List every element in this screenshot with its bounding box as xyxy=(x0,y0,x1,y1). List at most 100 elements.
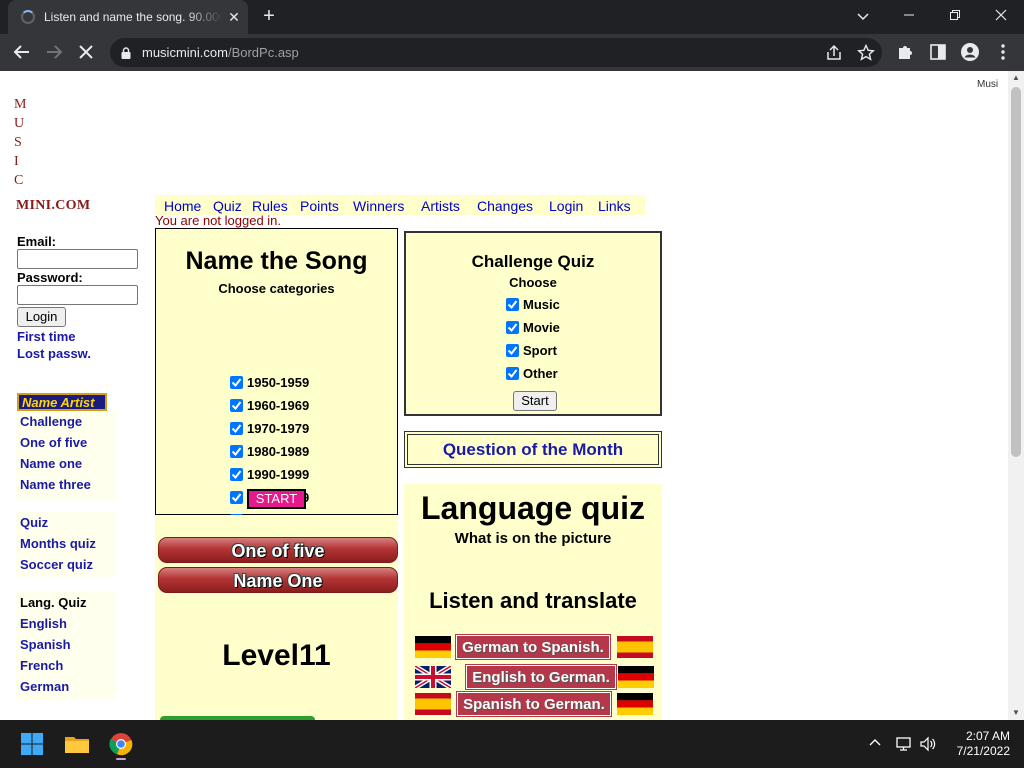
bookmark-star-icon[interactable] xyxy=(856,43,876,63)
nav-login[interactable]: Login xyxy=(549,198,583,214)
challenge-option-label: Movie xyxy=(523,320,560,335)
side-panel-icon[interactable] xyxy=(928,42,948,62)
url-text: musicmini.com/BordPc.asp xyxy=(142,45,299,60)
challenge-quiz-panel: Challenge Quiz Choose Music Movie Sport Oth… xyxy=(404,231,662,416)
windows-start-icon[interactable] xyxy=(16,728,48,760)
password-field[interactable] xyxy=(17,285,138,305)
login-button[interactable]: Login xyxy=(17,307,66,327)
extensions-puzzle-icon[interactable] xyxy=(896,42,916,62)
file-explorer-icon[interactable] xyxy=(61,728,93,760)
challenge-option-checkbox[interactable] xyxy=(506,367,519,380)
network-icon[interactable] xyxy=(894,736,912,752)
category-checkbox[interactable] xyxy=(230,491,243,504)
logo-letter-u: U xyxy=(14,116,25,131)
tab-close-icon[interactable]: ✕ xyxy=(226,9,242,25)
challenge-option-checkbox[interactable] xyxy=(506,321,519,334)
germany-flag-icon xyxy=(618,666,654,688)
close-window-icon[interactable] xyxy=(987,4,1015,28)
sidebar-item-name-three[interactable]: Name three xyxy=(20,477,91,492)
sidebar-item-name-one[interactable]: Name one xyxy=(20,456,82,471)
back-icon[interactable] xyxy=(10,40,34,64)
challenge-option-checkbox[interactable] xyxy=(506,298,519,311)
name-one-button[interactable]: Name One xyxy=(158,567,398,593)
germany-flag-icon xyxy=(415,636,451,658)
page-scrollbar[interactable]: ▲ ▼ xyxy=(1008,71,1024,720)
nav-links[interactable]: Links xyxy=(598,198,631,214)
scroll-thumb[interactable] xyxy=(1011,87,1021,457)
spanish-to-german-button[interactable]: Spanish to German. xyxy=(456,691,612,717)
category-checkbox[interactable] xyxy=(230,422,243,435)
scroll-up-arrow-icon[interactable]: ▲ xyxy=(1008,71,1024,85)
choose-categories-label: Choose categories xyxy=(218,281,335,296)
challenge-option-checkbox[interactable] xyxy=(506,344,519,357)
category-label: 1990-1999 xyxy=(247,467,310,482)
profile-avatar-icon[interactable] xyxy=(960,42,980,62)
category-checkbox[interactable] xyxy=(230,445,243,458)
new-tab-icon[interactable]: + xyxy=(258,6,280,28)
windows-taskbar: 2:07 AM 7/21/2022 xyxy=(0,720,1024,768)
lost-password-link[interactable]: Lost passw. xyxy=(17,346,91,361)
german-to-spanish-button[interactable]: German to Spanish. xyxy=(455,634,611,660)
nav-artists[interactable]: Artists xyxy=(421,198,460,214)
category-label: 1950-1959 xyxy=(247,375,310,390)
first-time-link[interactable]: First time xyxy=(17,329,76,344)
nav-changes[interactable]: Changes xyxy=(477,198,533,214)
language-quiz-panel: Language quiz What is on the picture Lis… xyxy=(404,484,662,720)
sidebar-item-french[interactable]: French xyxy=(20,658,63,673)
taskbar-clock[interactable]: 2:07 AM 7/21/2022 xyxy=(940,729,1010,759)
volume-icon[interactable] xyxy=(919,736,937,752)
page-viewport: Musi M U S I C MINI.COM Home Quiz Rules … xyxy=(0,71,1008,720)
share-icon[interactable] xyxy=(824,43,844,63)
chrome-icon[interactable] xyxy=(105,728,137,760)
lock-icon xyxy=(121,46,131,64)
minimize-icon[interactable] xyxy=(895,4,923,28)
nav-points[interactable]: Points xyxy=(300,198,339,214)
question-of-month-link[interactable]: Question of the Month xyxy=(404,431,662,468)
sidebar-item-english[interactable]: English xyxy=(20,616,67,631)
sidebar-item-challenge[interactable]: Challenge xyxy=(20,414,82,429)
tab-search-chevron-icon[interactable] xyxy=(849,4,877,28)
sidebar-item-spanish[interactable]: Spanish xyxy=(20,637,71,652)
address-bar[interactable]: musicmini.com/BordPc.asp xyxy=(110,38,882,67)
logo-letter-m: M xyxy=(14,97,27,112)
corner-text: Musi xyxy=(977,79,999,90)
challenge-option-label: Sport xyxy=(523,343,557,358)
nav-quiz[interactable]: Quiz xyxy=(213,198,242,214)
germany-flag-icon xyxy=(617,693,653,715)
nav-rules[interactable]: Rules xyxy=(252,198,288,214)
scroll-down-arrow-icon[interactable]: ▼ xyxy=(1008,706,1024,720)
category-checkbox[interactable] xyxy=(230,468,243,481)
sidebar-item-quiz[interactable]: Quiz xyxy=(20,515,48,530)
nav-winners[interactable]: Winners xyxy=(353,198,404,214)
nav-home[interactable]: Home xyxy=(164,198,201,214)
clock-time: 2:07 AM xyxy=(965,729,1010,743)
name-the-song-panel: Name the Song Choose categories 1950-195… xyxy=(155,228,398,551)
email-field[interactable] xyxy=(17,249,138,269)
logo-letter-i: I xyxy=(14,154,19,169)
clock-date: 7/21/2022 xyxy=(956,744,1010,758)
category-label: 1960-1969 xyxy=(247,398,310,413)
category-checkbox[interactable] xyxy=(230,399,243,412)
name-artist-badge[interactable]: Name Artist xyxy=(17,393,107,411)
logo-letter-c: C xyxy=(14,173,24,188)
english-to-german-button[interactable]: English to German. xyxy=(465,664,617,690)
restore-icon[interactable] xyxy=(941,4,969,28)
level-indicator: Level11 xyxy=(222,639,331,672)
spain-flag-icon xyxy=(617,636,653,658)
tray-chevron-up-icon[interactable] xyxy=(866,736,884,752)
uk-flag-icon xyxy=(415,666,451,688)
challenge-start-button[interactable]: Start xyxy=(513,391,557,411)
category-label: 1970-1979 xyxy=(247,421,310,436)
browser-tab[interactable]: Listen and name the song. 90.000 ✕ xyxy=(8,0,248,34)
sidebar-item-soccer-quiz[interactable]: Soccer quiz xyxy=(20,557,93,572)
start-button[interactable]: START xyxy=(247,489,306,509)
forward-icon[interactable] xyxy=(42,40,66,64)
stop-loading-icon[interactable] xyxy=(74,40,98,64)
browser-menu-icon[interactable] xyxy=(993,42,1013,62)
sidebar-item-one-of-five[interactable]: One of five xyxy=(20,435,87,450)
sidebar-item-months-quiz[interactable]: Months quiz xyxy=(20,536,96,551)
sidebar-item-german[interactable]: German xyxy=(20,679,69,694)
one-of-five-button[interactable]: One of five xyxy=(158,537,398,563)
category-checkbox[interactable] xyxy=(230,376,243,389)
name-the-song-title: Name the Song xyxy=(185,247,368,275)
